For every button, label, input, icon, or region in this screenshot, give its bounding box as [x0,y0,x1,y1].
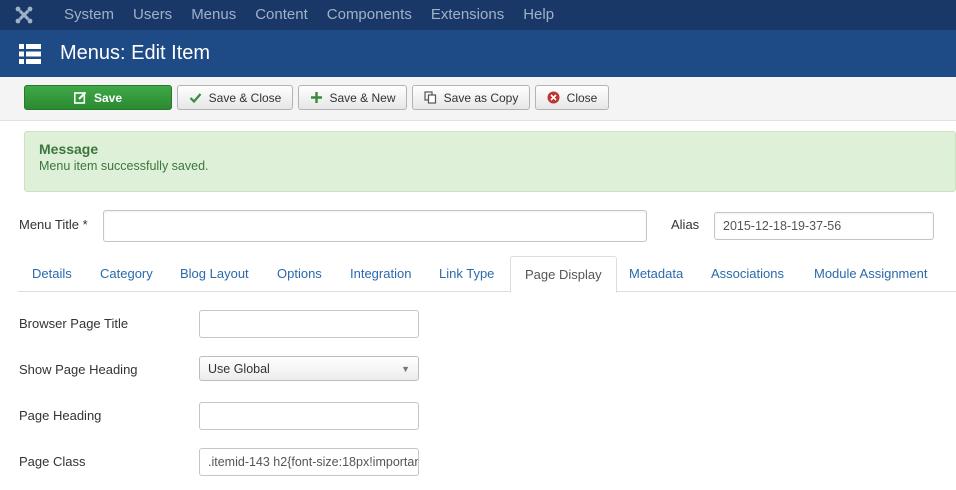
save-new-button[interactable]: Save & New [298,85,407,110]
alias-label: Alias [671,217,700,232]
edit-icon [74,91,88,105]
close-button[interactable]: Close [535,85,609,110]
save-button[interactable]: Save [24,85,172,110]
tab-details[interactable]: Details [18,256,86,292]
close-circle-icon [547,91,561,105]
menu-help[interactable]: Help [523,0,554,30]
page-class-label: Page Class [19,454,86,469]
browser-page-title-input[interactable] [199,310,419,338]
top-navbar: System Users Menus Content Components Ex… [0,0,956,30]
page-header: Menus: Edit Item [0,30,956,77]
copy-icon [424,91,438,105]
tab-link-type[interactable]: Link Type [425,256,508,292]
page-class-input[interactable]: .itemid-143 h2{font-size:18px!important} [199,448,419,476]
save-as-copy-button[interactable]: Save as Copy [412,85,530,110]
menu-menus[interactable]: Menus [191,0,236,30]
menu-components[interactable]: Components [327,0,412,30]
save-close-label: Save & Close [208,90,282,105]
list-menu-icon [0,30,60,77]
tab-integration[interactable]: Integration [336,256,425,292]
menu-extensions[interactable]: Extensions [431,0,504,30]
message-title: Message [39,141,99,157]
show-page-heading-value: Use Global [208,361,270,376]
tab-module-assignment[interactable]: Module Assignment [800,256,941,292]
save-new-label: Save & New [329,90,396,105]
success-message: Message Menu item successfully saved. [24,131,956,192]
tab-page-display[interactable]: Page Display [510,256,617,293]
caret-down-icon: ▼ [401,363,410,374]
menu-users[interactable]: Users [133,0,172,30]
tab-metadata[interactable]: Metadata [615,256,697,292]
page-heading-input[interactable] [199,402,419,430]
menu-title-label: Menu Title * [19,217,88,232]
tab-associations[interactable]: Associations [697,256,798,292]
menu-system[interactable]: System [64,0,114,30]
tab-options[interactable]: Options [263,256,336,292]
message-text: Menu item successfully saved. [39,159,209,173]
show-page-heading-label: Show Page Heading [19,362,138,377]
page-title: Menus: Edit Item [60,42,211,64]
tab-category[interactable]: Category [86,256,167,292]
save-copy-label: Save as Copy [443,90,519,105]
tab-bar: Details Category Blog Layout Options Int… [18,256,956,293]
menu-content[interactable]: Content [255,0,308,30]
close-label: Close [566,90,598,105]
browser-page-title-label: Browser Page Title [19,316,129,331]
save-close-button[interactable]: Save & Close [177,85,293,110]
plus-icon [309,91,323,105]
save-label: Save [93,90,123,105]
page-heading-label: Page Heading [19,408,102,423]
joomla-logo-icon[interactable] [0,0,48,30]
tab-blog-layout[interactable]: Blog Layout [166,256,263,292]
show-page-heading-select[interactable]: Use Global ▼ [199,356,419,381]
check-icon [189,91,203,105]
alias-input[interactable]: 2015-12-18-19-37-56 [714,212,934,240]
menu-title-input[interactable] [103,210,647,242]
toolbar: Save Save & Close Save & New Save as Cop… [0,77,956,121]
